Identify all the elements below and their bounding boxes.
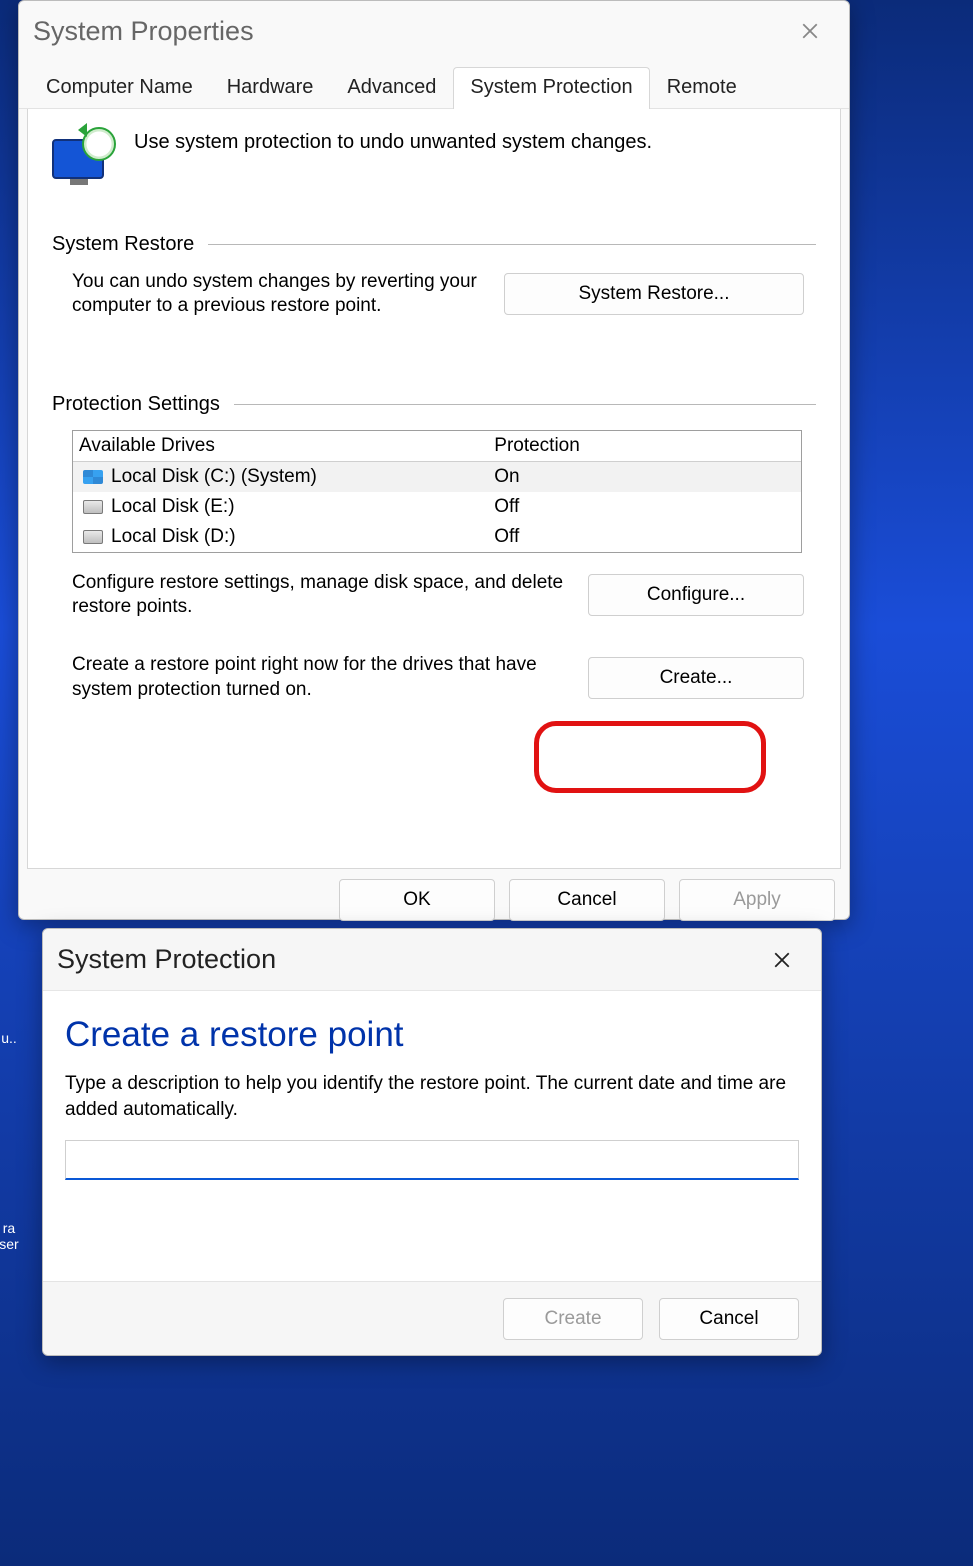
create-button[interactable]: Create bbox=[503, 1298, 643, 1340]
drive-name: Local Disk (C:) (System) bbox=[111, 466, 317, 488]
close-icon[interactable] bbox=[761, 939, 803, 981]
section-protection-settings: Protection Settings bbox=[52, 393, 816, 416]
table-row[interactable]: Local Disk (C:) (System) On bbox=[73, 462, 801, 492]
col-available-drives: Available Drives bbox=[79, 435, 494, 457]
section-label: Protection Settings bbox=[52, 393, 220, 416]
system-protection-dialog: System Protection Create a restore point… bbox=[42, 928, 822, 1356]
table-row[interactable]: Local Disk (D:) Off bbox=[73, 522, 801, 552]
create-button[interactable]: Create... bbox=[588, 657, 804, 699]
hdd-icon bbox=[83, 530, 103, 544]
annotation-highlight bbox=[534, 721, 766, 793]
drive-protection: Off bbox=[494, 496, 795, 518]
create-description: Create a restore point right now for the… bbox=[72, 653, 564, 702]
dialog-buttons: Create Cancel bbox=[43, 1281, 821, 1355]
hdd-icon bbox=[83, 500, 103, 514]
drive-name: Local Disk (E:) bbox=[111, 496, 235, 518]
dialog-heading: Create a restore point bbox=[65, 1015, 799, 1055]
cancel-button[interactable]: Cancel bbox=[659, 1298, 799, 1340]
configure-button[interactable]: Configure... bbox=[588, 574, 804, 616]
system-restore-button[interactable]: System Restore... bbox=[504, 273, 804, 315]
system-properties-window: System Properties Computer Name Hardware… bbox=[18, 0, 850, 920]
tab-remote[interactable]: Remote bbox=[650, 67, 754, 109]
desktop-peek: u.. bbox=[0, 1030, 28, 1046]
dialog-buttons: OK Cancel Apply bbox=[19, 869, 849, 921]
intro-text: Use system protection to undo unwanted s… bbox=[134, 131, 652, 154]
titlebar: System Properties bbox=[19, 1, 849, 61]
table-row[interactable]: Local Disk (E:) Off bbox=[73, 492, 801, 522]
system-protection-icon bbox=[52, 131, 116, 187]
system-protection-pane: Use system protection to undo unwanted s… bbox=[27, 109, 841, 869]
tab-advanced[interactable]: Advanced bbox=[330, 67, 453, 109]
drive-protection: On bbox=[494, 466, 795, 488]
ok-button[interactable]: OK bbox=[339, 879, 495, 921]
tab-computer-name[interactable]: Computer Name bbox=[29, 67, 210, 109]
dialog-description: Type a description to help you identify … bbox=[65, 1071, 799, 1122]
drives-table[interactable]: Available Drives Protection Local Disk (… bbox=[72, 430, 802, 553]
titlebar: System Protection bbox=[43, 929, 821, 991]
apply-button[interactable]: Apply bbox=[679, 879, 835, 921]
window-title: System Protection bbox=[57, 944, 276, 975]
cancel-button[interactable]: Cancel bbox=[509, 879, 665, 921]
window-title: System Properties bbox=[33, 16, 254, 47]
configure-description: Configure restore settings, manage disk … bbox=[72, 571, 564, 620]
tab-hardware[interactable]: Hardware bbox=[210, 67, 331, 109]
drive-name: Local Disk (D:) bbox=[111, 526, 236, 548]
tabs: Computer Name Hardware Advanced System P… bbox=[19, 61, 849, 109]
desktop-peek: raser bbox=[0, 1220, 28, 1252]
tab-system-protection[interactable]: System Protection bbox=[453, 67, 649, 109]
windows-drive-icon bbox=[83, 470, 103, 484]
drives-header: Available Drives Protection bbox=[73, 431, 801, 462]
section-label: System Restore bbox=[52, 233, 194, 256]
section-system-restore: System Restore bbox=[52, 233, 816, 256]
restore-description: You can undo system changes by reverting… bbox=[72, 270, 480, 319]
drive-protection: Off bbox=[494, 526, 795, 548]
close-icon[interactable] bbox=[789, 10, 831, 52]
col-protection: Protection bbox=[494, 435, 795, 457]
restore-point-description-input[interactable] bbox=[65, 1140, 799, 1180]
